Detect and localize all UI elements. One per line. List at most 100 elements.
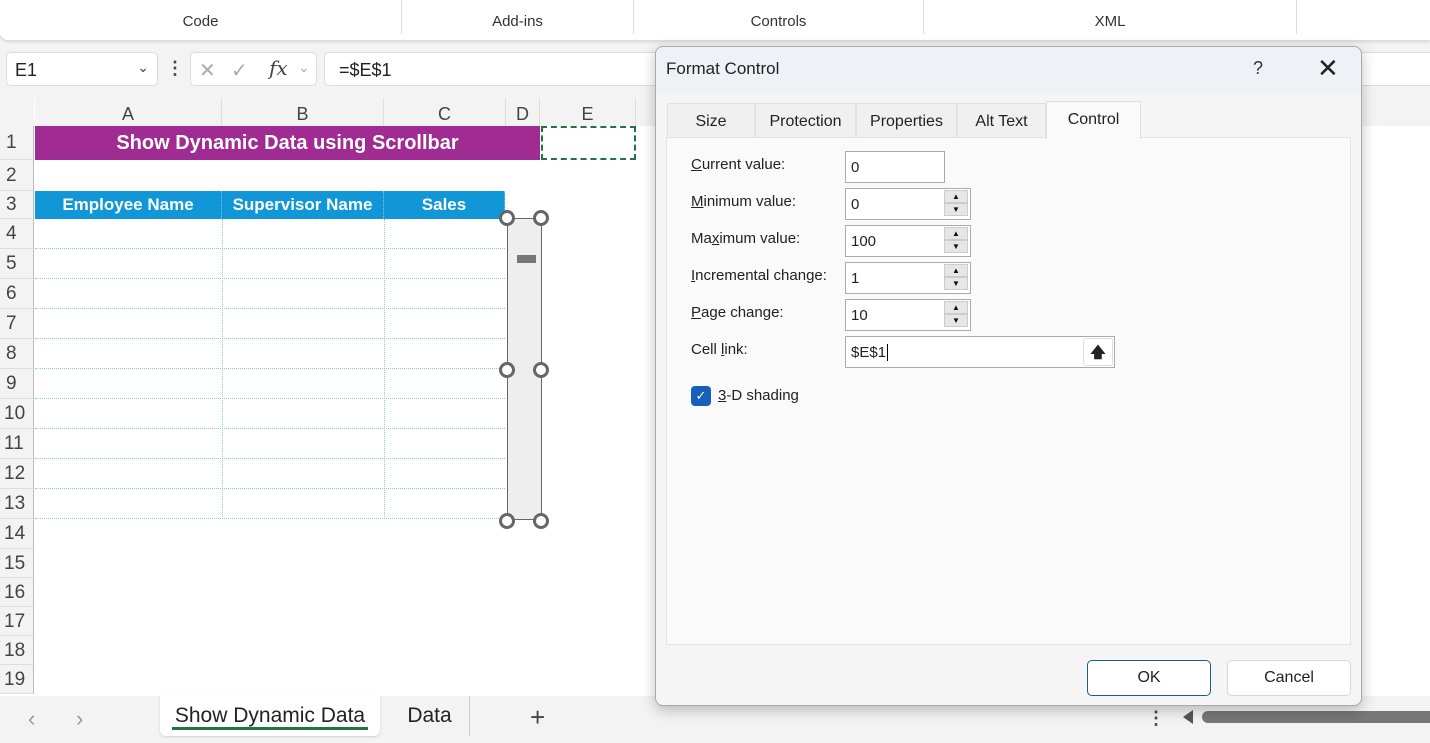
scrollbar-thumb[interactable]	[517, 255, 536, 263]
horizontal-scrollbar-thumb[interactable]	[1202, 711, 1430, 723]
table-row[interactable]	[35, 309, 505, 339]
row-header-2[interactable]: 2	[0, 160, 34, 191]
row-header-19[interactable]: 19	[0, 665, 34, 694]
row-header-4[interactable]: 4	[0, 219, 34, 249]
spin-down-icon[interactable]: ▼	[944, 203, 968, 216]
row-header-9[interactable]: 9	[0, 369, 34, 399]
scroll-left-icon[interactable]	[1183, 710, 1193, 724]
column-header-c[interactable]: C	[384, 98, 506, 126]
row-header-6[interactable]: 6	[0, 279, 34, 309]
row-header-15[interactable]: 15	[0, 549, 34, 578]
spin-up-icon[interactable]: ▲	[944, 227, 968, 240]
minimum-value-input[interactable]: 0 ▲ ▼	[845, 188, 971, 220]
chevron-down-icon[interactable]: ⌄	[137, 59, 149, 76]
cancel-button[interactable]: Cancel	[1227, 660, 1351, 696]
resize-handle[interactable]	[533, 362, 549, 378]
tab-size[interactable]: Size	[667, 103, 755, 137]
spin-down-icon[interactable]: ▼	[944, 314, 968, 327]
column-header-a[interactable]: A	[35, 98, 222, 126]
page-change-input[interactable]: 10 ▲ ▼	[845, 299, 971, 331]
row-header-5[interactable]: 5	[0, 249, 34, 279]
spin-up-icon[interactable]: ▲	[944, 190, 968, 203]
cancel-entry-icon[interactable]: ✕	[199, 58, 216, 83]
cell-link-input[interactable]: $E$1 🡅	[845, 336, 1115, 368]
close-icon[interactable]: ✕	[1317, 53, 1339, 84]
row-header-14[interactable]: 14	[0, 519, 34, 549]
sheet-tab-show-dynamic-data[interactable]: Show Dynamic Data	[160, 696, 380, 736]
select-all-corner[interactable]	[0, 98, 34, 126]
insert-function-icon[interactable]: fx	[269, 56, 288, 80]
3d-shading-label[interactable]: 3-D shading	[718, 387, 799, 404]
tab-protection[interactable]: Protection	[755, 103, 856, 137]
table-row[interactable]	[35, 279, 505, 309]
name-box[interactable]: E1 ⌄	[6, 52, 158, 86]
row-header-12[interactable]: 12	[0, 459, 34, 489]
table-row[interactable]	[35, 369, 505, 399]
column-header-e[interactable]: E	[540, 98, 636, 126]
table-row[interactable]	[35, 489, 505, 519]
table-row[interactable]	[35, 249, 505, 279]
table-column-divider	[384, 219, 385, 519]
add-sheet-button[interactable]: +	[530, 702, 545, 733]
3d-shading-checkbox[interactable]: ✓	[691, 386, 711, 406]
spin-up-icon[interactable]: ▲	[944, 264, 968, 277]
prev-sheet-icon[interactable]: ‹	[28, 706, 35, 732]
resize-handle[interactable]	[533, 513, 549, 529]
dialog-titlebar[interactable]: Format Control ? ✕	[656, 47, 1361, 93]
tab-alt-text[interactable]: Alt Text	[957, 103, 1046, 137]
selected-cell-e1[interactable]	[541, 126, 636, 160]
ribbon-group-label: Code	[182, 13, 219, 30]
sheet-tab-label: Data	[407, 704, 452, 727]
maximum-value-input[interactable]: 100 ▲ ▼	[845, 225, 971, 257]
sheet-tab-data[interactable]: Data	[390, 696, 470, 736]
title-cell[interactable]: Show Dynamic Data using Scrollbar	[35, 126, 540, 160]
tab-control[interactable]: Control	[1046, 101, 1141, 139]
table-row[interactable]	[35, 429, 505, 459]
header-supervisor-name[interactable]: Supervisor Name	[222, 191, 384, 219]
resize-handle[interactable]	[533, 210, 549, 226]
table-row[interactable]	[35, 459, 505, 489]
spin-down-icon[interactable]: ▼	[944, 277, 968, 290]
page-change-spinner[interactable]: ▲ ▼	[944, 301, 968, 329]
minimum-value-spinner[interactable]: ▲ ▼	[944, 190, 968, 218]
row-header-17[interactable]: 17	[0, 607, 34, 636]
row-header-13[interactable]: 13	[0, 489, 34, 519]
resize-handle[interactable]	[499, 210, 515, 226]
spin-down-icon[interactable]: ▼	[944, 240, 968, 253]
row-header-10[interactable]: 10	[0, 399, 34, 429]
chevron-down-icon[interactable]: ⌄	[298, 59, 310, 76]
row-header-18[interactable]: 18	[0, 636, 34, 665]
tab-properties[interactable]: Properties	[856, 103, 957, 137]
table-row[interactable]	[35, 399, 505, 429]
incremental-change-spinner[interactable]: ▲ ▼	[944, 264, 968, 292]
row-header-1[interactable]: 1	[0, 126, 34, 160]
row-header-8[interactable]: 8	[0, 339, 34, 369]
header-sales[interactable]: Sales	[384, 191, 505, 219]
column-header-d[interactable]: D	[506, 98, 540, 126]
ribbon-group-code[interactable]: Code	[0, 0, 402, 34]
table-row[interactable]	[35, 339, 505, 369]
more-options-icon[interactable]: ⋮	[166, 58, 184, 79]
incremental-change-input[interactable]: 1 ▲ ▼	[845, 262, 971, 294]
ok-button[interactable]: OK	[1087, 660, 1211, 696]
resize-handle[interactable]	[499, 513, 515, 529]
spin-up-icon[interactable]: ▲	[944, 301, 968, 314]
more-icon[interactable]: ⋮	[1147, 708, 1165, 729]
table-row[interactable]	[35, 219, 505, 249]
row-header-3[interactable]: 3	[0, 191, 34, 219]
ribbon-group-addins[interactable]: Add-ins	[402, 0, 634, 34]
ribbon-group-controls[interactable]: Controls	[634, 0, 924, 34]
collapse-dialog-icon[interactable]: 🡅	[1083, 338, 1113, 366]
header-employee-name[interactable]: Employee Name	[35, 191, 222, 219]
ribbon-group-xml[interactable]: XML	[924, 0, 1297, 34]
column-header-b[interactable]: B	[222, 98, 384, 126]
confirm-entry-icon[interactable]: ✓	[231, 58, 248, 83]
help-icon[interactable]: ?	[1253, 58, 1263, 79]
current-value-input[interactable]: 0	[845, 151, 945, 183]
maximum-value-spinner[interactable]: ▲ ▼	[944, 227, 968, 255]
next-sheet-icon[interactable]: ›	[76, 706, 83, 732]
resize-handle[interactable]	[499, 362, 515, 378]
row-header-11[interactable]: 11	[0, 429, 34, 459]
row-header-16[interactable]: 16	[0, 578, 34, 607]
row-header-7[interactable]: 7	[0, 309, 34, 339]
